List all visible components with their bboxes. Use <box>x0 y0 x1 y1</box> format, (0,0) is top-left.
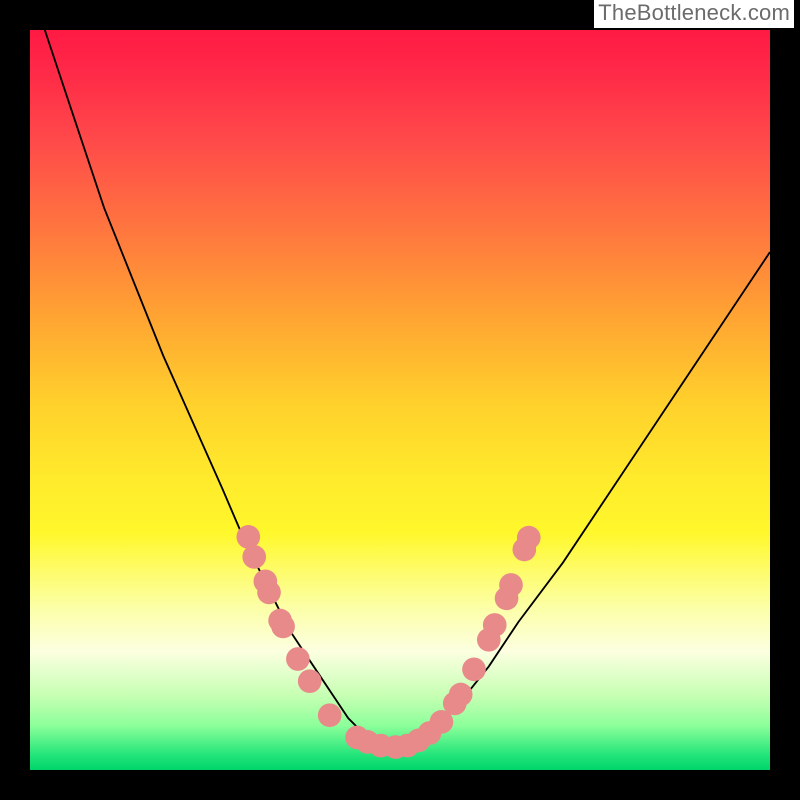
chart-frame: TheBottleneck.com <box>0 0 800 800</box>
plot-area <box>30 30 770 770</box>
curve-marker <box>242 545 266 569</box>
curve-marker <box>449 683 473 707</box>
watermark-label: TheBottleneck.com <box>594 0 794 28</box>
curve-marker <box>298 669 322 693</box>
marker-group <box>236 525 540 759</box>
curve-marker <box>462 658 486 682</box>
curve-marker <box>257 581 281 605</box>
curve-marker <box>499 573 523 597</box>
curve-marker <box>517 526 541 550</box>
curve-marker <box>236 525 260 549</box>
curve-marker <box>483 613 507 637</box>
curve-marker <box>286 647 310 671</box>
curve-layer <box>30 30 770 770</box>
curve-marker <box>271 615 295 639</box>
bottleneck-curve <box>45 30 770 748</box>
curve-marker <box>318 703 342 727</box>
